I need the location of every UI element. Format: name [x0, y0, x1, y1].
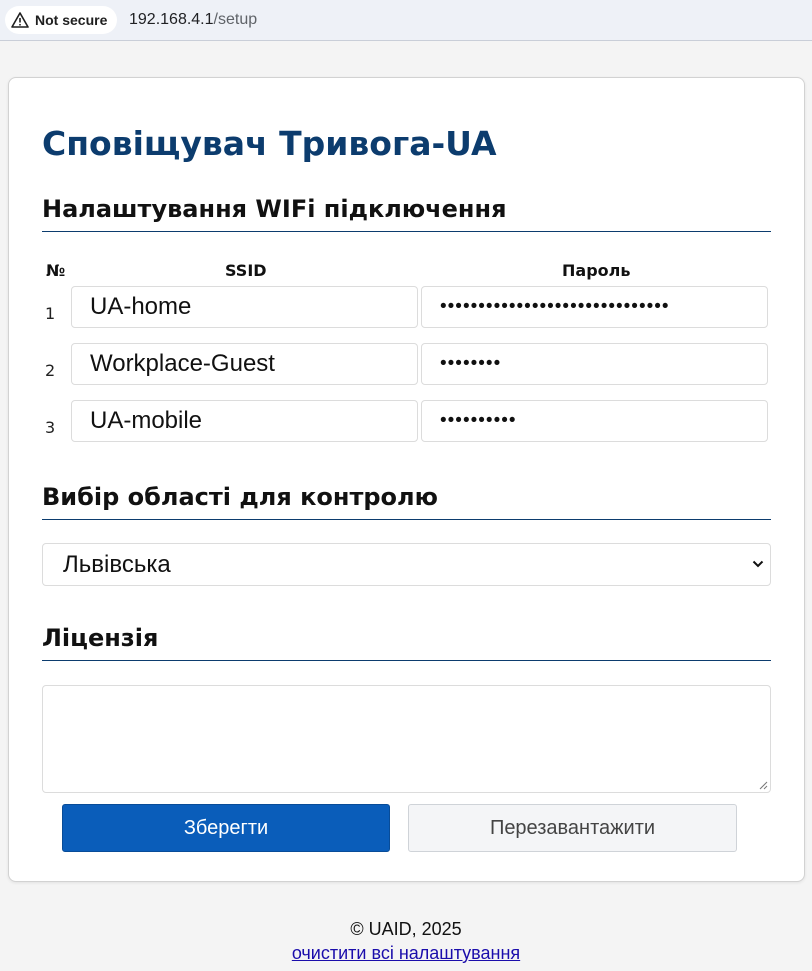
- url-field[interactable]: 192.168.4.1/setup: [129, 11, 257, 29]
- page-title: Сповіщувач Тривога-UA: [42, 124, 497, 163]
- footer-link-container: очистити всі налаштування: [0, 943, 812, 964]
- security-indicator[interactable]: Not secure: [5, 6, 117, 34]
- chevron-down-icon: [752, 560, 764, 568]
- col-ssid-header: SSID: [225, 261, 267, 280]
- row-number: 1: [45, 304, 56, 323]
- region-select[interactable]: Львівська: [42, 543, 771, 586]
- region-section-title: Вибір області для контролю: [42, 483, 771, 520]
- col-num-header: №: [46, 261, 66, 280]
- license-section-title: Ліцензія: [42, 624, 771, 661]
- row-number: 3: [45, 418, 56, 437]
- wifi-section-title: Налаштування WIFi підключення: [42, 195, 771, 232]
- reset-settings-link[interactable]: очистити всі налаштування: [292, 943, 520, 963]
- resize-handle-icon[interactable]: [758, 780, 768, 790]
- ssid-input-2[interactable]: Workplace-Guest: [71, 343, 418, 385]
- col-password-header: Пароль: [562, 261, 631, 280]
- password-input-2[interactable]: ••••••••: [421, 343, 768, 385]
- license-textarea[interactable]: [42, 685, 771, 793]
- url-path: /setup: [213, 11, 258, 28]
- password-input-1[interactable]: ••••••••••••••••••••••••••••••: [421, 286, 768, 328]
- browser-address-bar: Not secure 192.168.4.1/setup: [0, 0, 812, 41]
- ssid-input-3[interactable]: UA-mobile: [71, 400, 418, 442]
- url-host: 192.168.4.1: [129, 11, 214, 28]
- ssid-input-1[interactable]: UA-home: [71, 286, 418, 328]
- row-number: 2: [45, 361, 56, 380]
- password-input-3[interactable]: ••••••••••: [421, 400, 768, 442]
- security-label: Not secure: [35, 12, 108, 28]
- region-selected-value: Львівська: [63, 550, 171, 578]
- save-button[interactable]: Зберегти: [62, 804, 390, 852]
- setup-card: Сповіщувач Тривога-UA Налаштування WIFi …: [8, 77, 805, 882]
- reboot-button[interactable]: Перезавантажити: [408, 804, 737, 852]
- warning-icon: [11, 12, 29, 28]
- footer-copyright: © UAID, 2025: [350, 919, 462, 939]
